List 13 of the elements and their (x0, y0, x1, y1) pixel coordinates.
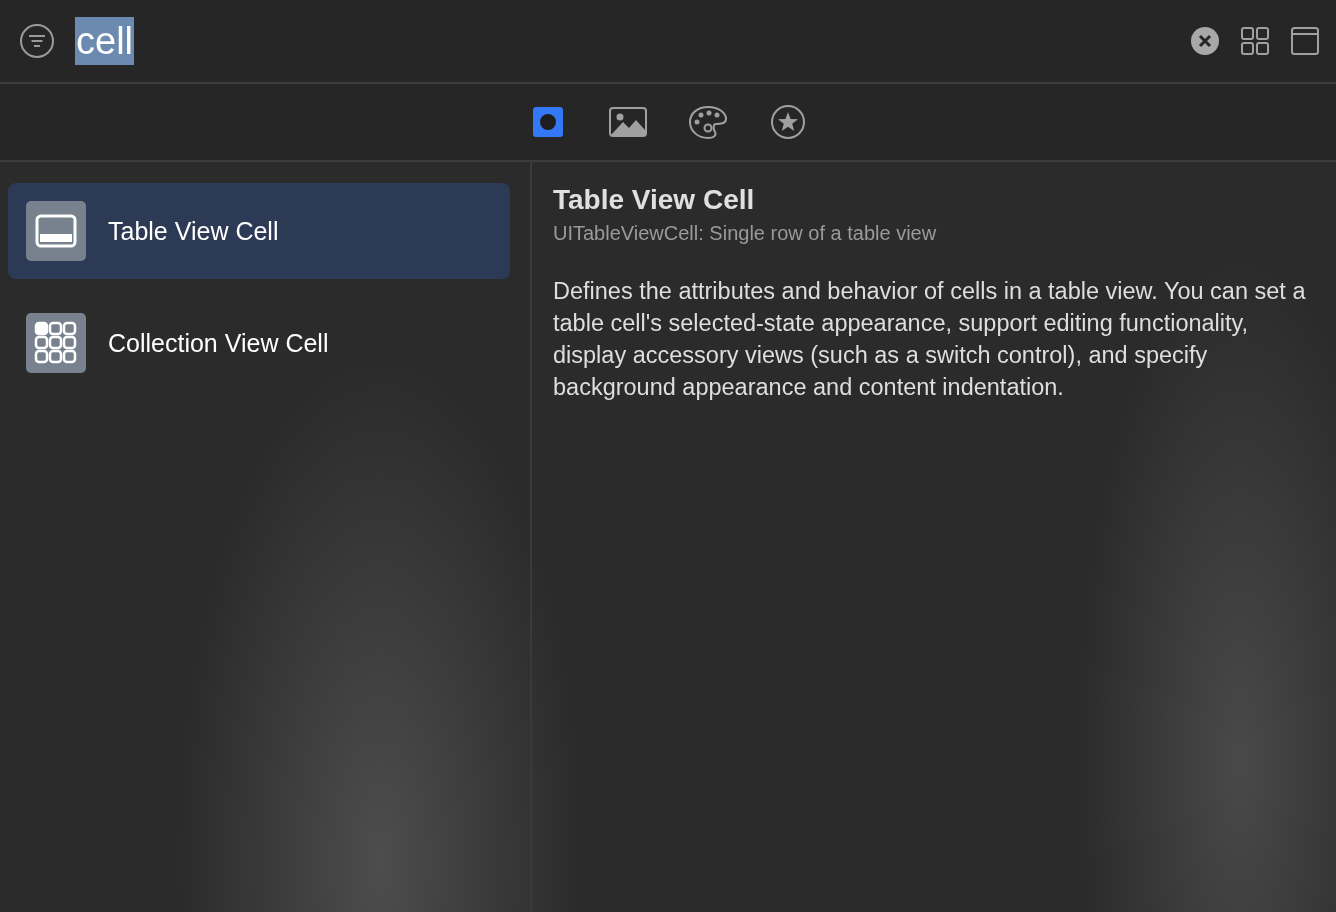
clear-icon[interactable] (1190, 26, 1220, 56)
detail-subtitle: UITableViewCell: Single row of a table view (553, 222, 938, 245)
star-tab-icon[interactable] (768, 102, 808, 142)
library-item[interactable]: Collection View Cell (8, 295, 510, 391)
detail-title: Table View Cell (553, 184, 756, 216)
filter-icon[interactable] (19, 23, 55, 59)
detail-description: Defines the attributes and behavior of cells in a table view. You can set a table cell's selected-state appearance, support editing functionality, display accessory views (such as a switch control), and specify background appearance and content indentation. (553, 277, 1307, 402)
library-item[interactable]: Table View Cell (8, 183, 510, 279)
search-field[interactable]: cell (75, 16, 1170, 66)
window-icon[interactable] (1290, 26, 1320, 56)
collection-cell-icon (26, 313, 86, 373)
table-cell-icon (26, 201, 86, 261)
grid-icon[interactable] (1240, 26, 1270, 56)
